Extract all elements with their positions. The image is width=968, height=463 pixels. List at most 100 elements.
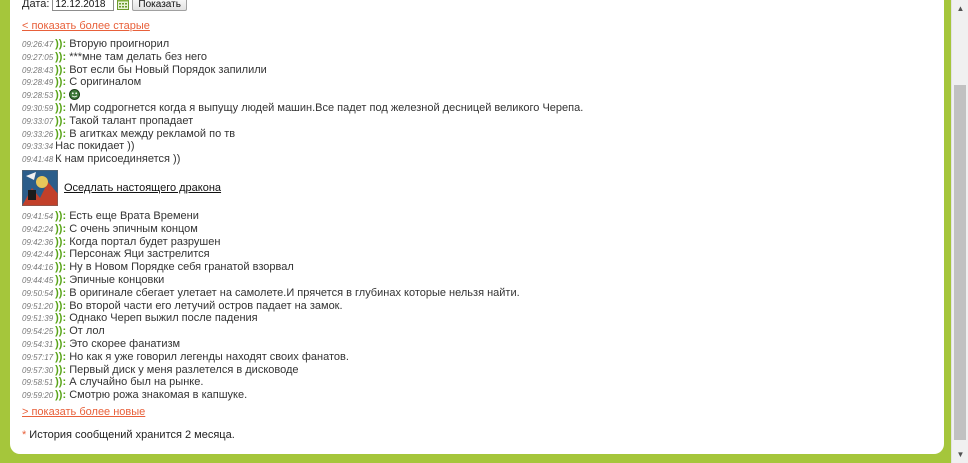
message-timestamp: 09:58:51	[22, 378, 54, 388]
message-timestamp: 09:42:44	[22, 250, 54, 260]
message-row: 09:28:43)): Вот если бы Новый Порядок за…	[22, 64, 583, 77]
message-row: 09:57:30)): Первый диск у меня разлетелс…	[22, 364, 520, 377]
message-nick[interactable]: )):	[55, 38, 66, 50]
message-nick[interactable]: )):	[55, 364, 66, 376]
show-button[interactable]: Показать	[132, 0, 187, 11]
message-text: Ну в Новом Порядке себя гранатой взорвал	[69, 261, 294, 274]
message-nick[interactable]: )):	[55, 325, 66, 337]
message-timestamp: 09:28:49	[22, 78, 54, 88]
message-timestamp: 09:41:48	[22, 155, 54, 165]
message-nick[interactable]: )):	[55, 102, 66, 114]
date-filter: Дата: Показать	[22, 0, 187, 11]
message-row: 09:26:47)): Вторую проигнорил	[22, 38, 583, 51]
message-text: Персонаж Яци застрелится	[69, 248, 210, 261]
message-text: Это скорее фанатизм	[69, 337, 181, 350]
message-row: 09:27:05)): ***мне там делать без него	[22, 51, 583, 64]
show-older-link[interactable]: < показать более старые	[22, 20, 150, 32]
message-nick[interactable]: )):	[55, 376, 66, 388]
message-row: 09:42:36)): Когда портал будет разрушен	[22, 236, 520, 249]
message-list-b: 09:41:54)): Есть еще Врата Времени 09:42:…	[22, 210, 520, 402]
message-nick[interactable]: )):	[55, 261, 66, 273]
message-timestamp: 09:54:31	[22, 339, 54, 349]
message-text: А случайно был на рынке.	[69, 376, 204, 389]
message-row: 09:54:25)): От лол	[22, 325, 520, 338]
message-nick[interactable]: )):	[55, 76, 66, 88]
date-label: Дата:	[22, 0, 50, 10]
message-row: 09:51:39)): Однако Череп выжил после пад…	[22, 312, 520, 325]
message-row: 09:58:51)): А случайно был на рынке.	[22, 376, 520, 389]
message-text: Вот если бы Новый Порядок запилили	[69, 63, 267, 76]
message-timestamp: 09:51:39	[22, 314, 54, 324]
history-note: * История сообщений хранится 2 месяца.	[22, 429, 235, 441]
message-nick[interactable]: )):	[55, 115, 66, 127]
message-nick[interactable]: )):	[55, 64, 66, 76]
message-nick[interactable]: )):	[55, 351, 66, 363]
message-nick[interactable]: )):	[55, 128, 66, 140]
show-newer-link[interactable]: > показать более новые	[22, 406, 145, 418]
message-list-a: 09:26:47)): Вторую проигнорил 09:27:05)):…	[22, 38, 583, 166]
message-row: 09:59:20)): Смотрю рожа знакомая в капшу…	[22, 389, 520, 402]
message-text: Первый диск у меня разлетелся в дисковод…	[69, 363, 299, 376]
message-text: Эпичные концовки	[69, 273, 165, 286]
message-row: 09:51:20)): Во второй части его летучий …	[22, 300, 520, 313]
message-row: 09:57:17)): Но как я уже говорил легенды…	[22, 351, 520, 364]
message-text: В агитках между рекламой по тв	[69, 127, 236, 140]
message-text: Но как я уже говорил легенды находят сво…	[69, 350, 349, 363]
message-row: 09:30:59)): Мир содрогнется когда я выпу…	[22, 102, 583, 115]
message-nick[interactable]: )):	[55, 210, 66, 222]
message-timestamp: 09:28:53	[22, 91, 54, 101]
message-row: 09:44:45)): Эпичные концовки	[22, 274, 520, 287]
message-text: ***мне там делать без него	[69, 50, 208, 63]
scroll-thumb[interactable]	[954, 85, 966, 440]
message-timestamp: 09:33:34	[22, 142, 54, 152]
message-timestamp: 09:57:30	[22, 365, 54, 375]
message-nick[interactable]: )):	[55, 287, 66, 299]
topic-link[interactable]: Оседлать настоящего дракона	[64, 182, 221, 194]
message-text: Мир содрогнется когда я выпущу людей маш…	[69, 101, 584, 114]
message-row: 09:41:54)): Есть еще Врата Времени	[22, 210, 520, 223]
message-text: С очень эпичным концом	[69, 222, 198, 235]
message-row: 09:33:34 Нас покидает ))	[22, 140, 583, 153]
message-text: Нас покидает ))	[55, 140, 135, 153]
message-nick[interactable]: )):	[55, 248, 66, 260]
message-nick[interactable]: )):	[55, 338, 66, 350]
message-text: Есть еще Врата Времени	[69, 210, 199, 222]
message-row: 09:54:31)): Это скорее фанатизм	[22, 338, 520, 351]
message-timestamp: 09:33:26	[22, 129, 54, 139]
message-text: От лол	[69, 325, 105, 338]
message-nick[interactable]: )):	[55, 389, 66, 401]
message-timestamp: 09:33:07	[22, 116, 54, 126]
message-timestamp: 09:54:25	[22, 327, 54, 337]
calendar-icon[interactable]	[117, 0, 130, 10]
smiley-icon	[69, 89, 81, 101]
date-input[interactable]	[52, 0, 115, 11]
message-row: 09:42:24)): С очень эпичным концом	[22, 223, 520, 236]
note-star: *	[22, 429, 27, 441]
message-row: 09:33:26)): В агитках между рекламой по …	[22, 128, 583, 141]
message-timestamp: 09:51:20	[22, 301, 54, 311]
message-row: 09:28:53)):	[22, 89, 583, 102]
vertical-scrollbar[interactable]: ▲ ▼	[951, 0, 968, 463]
scroll-up-icon[interactable]: ▲	[952, 0, 968, 17]
message-nick[interactable]: )):	[55, 223, 66, 235]
message-nick[interactable]: )):	[55, 274, 66, 286]
message-nick[interactable]: )):	[55, 236, 66, 248]
message-text: Вторую проигнорил	[69, 38, 170, 50]
message-row: 09:50:54)): В оригинале сбегает улетает …	[22, 287, 520, 300]
message-nick[interactable]: )):	[55, 300, 66, 312]
message-timestamp: 09:44:16	[22, 263, 54, 273]
topic-entry: Оседлать настоящего дракона	[22, 170, 221, 206]
message-row: 09:41:48 К нам присоединяется ))	[22, 153, 583, 166]
message-timestamp: 09:57:17	[22, 352, 54, 362]
message-timestamp: 09:42:24	[22, 224, 54, 234]
topic-avatar[interactable]	[22, 170, 58, 206]
message-nick[interactable]: )):	[55, 51, 66, 63]
message-text: Однако Череп выжил после падения	[69, 312, 258, 325]
scroll-down-icon[interactable]: ▼	[952, 446, 968, 463]
message-text: Во второй части его летучий остров падае…	[69, 299, 343, 312]
message-text: В оригинале сбегает улетает на самолете.…	[69, 286, 520, 299]
message-text: Такой талант пропадает	[69, 114, 194, 127]
message-nick[interactable]: )):	[55, 312, 66, 324]
message-timestamp: 09:30:59	[22, 103, 54, 113]
message-nick[interactable]: )):	[55, 89, 66, 101]
